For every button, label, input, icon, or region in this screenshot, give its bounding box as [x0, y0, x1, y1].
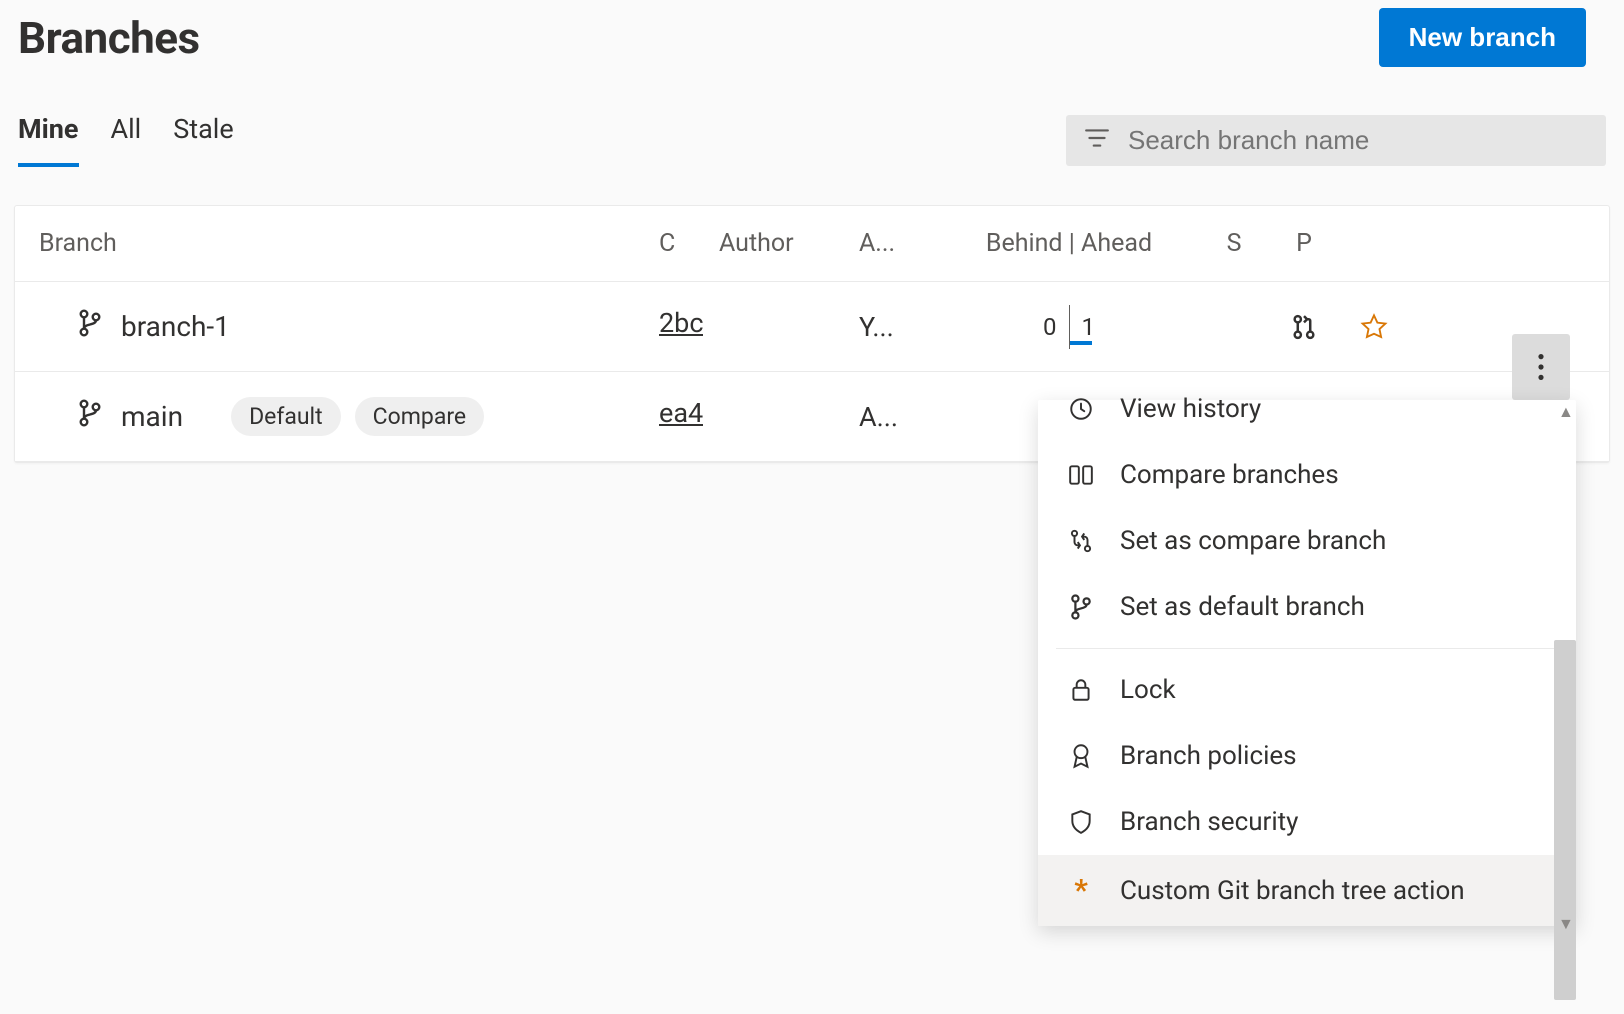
lock-icon [1066, 677, 1096, 703]
filter-icon [1084, 127, 1110, 153]
pull-request-icon[interactable] [1269, 313, 1339, 341]
more-options-button[interactable] [1512, 334, 1570, 400]
branch-icon [77, 398, 103, 435]
authored-date: A... [859, 401, 939, 433]
branch-context-menu: ▲ View history Compare branches Set as c… [1038, 400, 1576, 926]
col-status[interactable]: S [1199, 229, 1269, 258]
menu-compare-branches[interactable]: Compare branches [1038, 442, 1576, 508]
branch-icon [1066, 593, 1096, 621]
commit-link[interactable]: ea4 [659, 397, 703, 429]
menu-lock[interactable]: Lock [1038, 657, 1576, 723]
commit-link[interactable]: 2bc [659, 307, 703, 339]
scroll-down-icon[interactable]: ▼ [1558, 914, 1572, 924]
compare-icon [1066, 463, 1096, 487]
authored-date: Y... [859, 311, 939, 343]
col-author[interactable]: Author [719, 229, 859, 258]
swap-icon [1066, 528, 1096, 554]
tab-stale[interactable]: Stale [173, 113, 233, 163]
compare-badge: Compare [355, 397, 484, 436]
col-authored[interactable]: A... [859, 229, 939, 258]
menu-set-compare[interactable]: Set as compare branch [1038, 508, 1576, 574]
table-row[interactable]: branch-1 2bc Y... 0 1 [15, 282, 1609, 372]
tabs: Mine All Stale [18, 113, 234, 167]
menu-set-default[interactable]: Set as default branch [1038, 574, 1576, 640]
branch-icon [77, 308, 103, 345]
history-icon [1066, 396, 1096, 422]
menu-separator [1056, 648, 1558, 649]
asterisk-icon: * [1066, 873, 1096, 908]
new-branch-button[interactable]: New branch [1379, 8, 1586, 67]
default-badge: Default [231, 397, 341, 436]
col-pr[interactable]: P [1269, 229, 1339, 258]
menu-branch-policies[interactable]: Branch policies [1038, 723, 1576, 789]
col-commit[interactable]: C [659, 229, 719, 258]
search-box[interactable] [1066, 115, 1606, 166]
menu-scrollbar[interactable] [1554, 640, 1576, 1000]
menu-custom-action[interactable]: * Custom Git branch tree action [1038, 855, 1576, 926]
menu-view-history[interactable]: View history [1038, 394, 1576, 442]
page-title: Branches [18, 12, 200, 64]
ribbon-icon [1066, 742, 1096, 770]
search-input[interactable] [1128, 125, 1588, 156]
behind-ahead: 0 1 [939, 305, 1199, 349]
col-branch[interactable]: Branch [39, 229, 659, 258]
tab-all[interactable]: All [111, 113, 142, 163]
branch-name[interactable]: main [121, 400, 183, 433]
scroll-up-icon[interactable]: ▲ [1558, 402, 1572, 412]
tab-mine[interactable]: Mine [18, 113, 79, 167]
col-behind-ahead[interactable]: Behind | Ahead [939, 229, 1199, 258]
favorite-star-icon[interactable] [1339, 313, 1409, 341]
branch-name[interactable]: branch-1 [121, 310, 230, 343]
menu-branch-security[interactable]: Branch security [1038, 789, 1576, 855]
shield-icon [1066, 809, 1096, 835]
